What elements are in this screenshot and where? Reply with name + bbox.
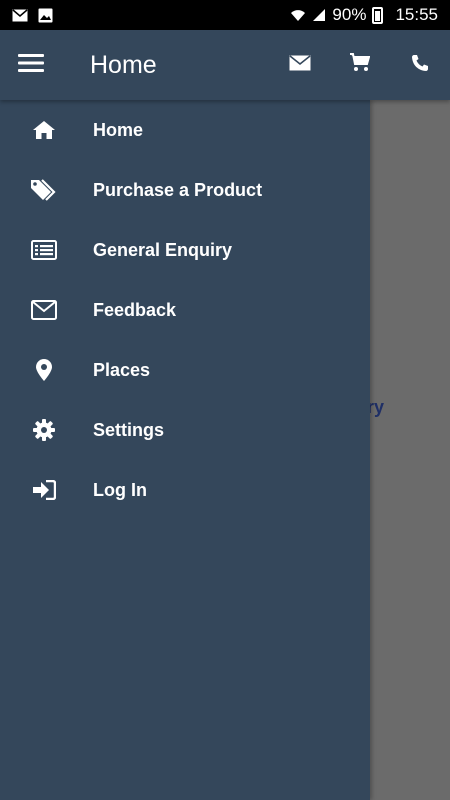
page-title: Home [90, 50, 157, 79]
envelope-icon [289, 54, 311, 76]
cart-button[interactable] [330, 30, 390, 100]
drawer-item-label: General Enquiry [93, 239, 233, 260]
drawer-item-label: Log In [93, 479, 147, 500]
drawer-item-label: Purchase a Product [93, 179, 263, 200]
image-notification-icon [38, 8, 53, 23]
signal-icon [312, 8, 326, 22]
drawer-item-places[interactable]: Places [0, 340, 370, 400]
menu-button[interactable] [0, 30, 62, 100]
phone-button[interactable] [390, 30, 450, 100]
list-icon [0, 240, 88, 260]
cart-icon [350, 53, 371, 77]
app-bar: Home [0, 30, 450, 100]
phone-icon [411, 54, 429, 77]
map-pin-icon [0, 359, 88, 381]
hamburger-icon [18, 53, 44, 77]
tags-icon [0, 178, 88, 202]
battery-icon [372, 6, 384, 24]
sign-in-icon [0, 480, 88, 500]
drawer-item-feedback[interactable]: Feedback [0, 280, 370, 340]
drawer-item-label: Feedback [93, 299, 177, 320]
drawer-item-settings[interactable]: Settings [0, 400, 370, 460]
drawer-item-label: Home [93, 119, 144, 140]
envelope-icon [0, 300, 88, 320]
drawer-item-label: Settings [93, 419, 165, 440]
mail-notification-icon [12, 8, 28, 22]
clock: 15:55 [395, 5, 438, 24]
mail-button[interactable] [270, 30, 330, 100]
drawer-item-label: Places [93, 359, 151, 380]
battery-percentage: 90% [332, 5, 367, 24]
drawer-item-home[interactable]: Home [0, 100, 370, 160]
drawer-item-log-in[interactable]: Log In [0, 460, 370, 520]
wifi-icon [290, 8, 306, 22]
navigation-drawer: Home Purchase a Product General Enquiry … [0, 100, 370, 800]
gear-icon [0, 419, 88, 441]
home-icon [0, 120, 88, 140]
drawer-item-purchase[interactable]: Purchase a Product [0, 160, 370, 220]
status-bar: 90% 15:55 [0, 0, 450, 30]
drawer-item-general-enquiry[interactable]: General Enquiry [0, 220, 370, 280]
